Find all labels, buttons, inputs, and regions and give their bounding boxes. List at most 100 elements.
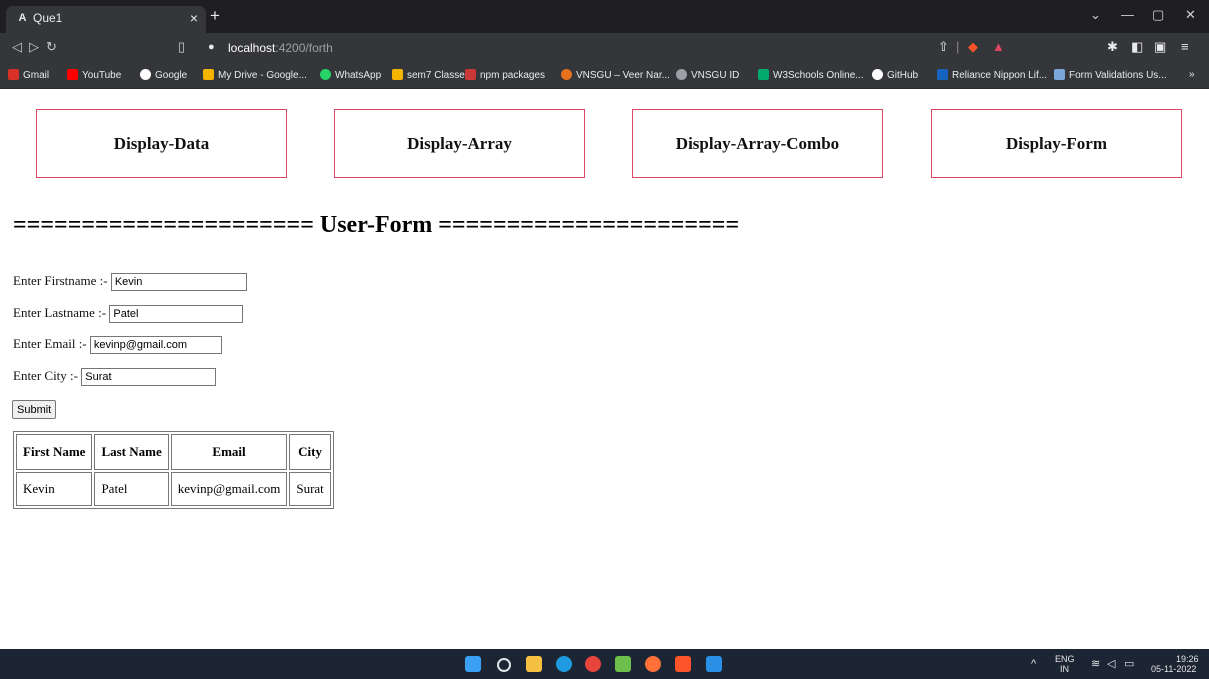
info-icon[interactable]: ● [208,41,215,53]
lastname-label: Enter Lastname :- [13,305,107,320]
column-header: Email [170,434,288,470]
google-icon [140,69,151,80]
bookmark-vnsgu[interactable]: VNSGU – Veer Nar... [561,69,670,81]
start-icon[interactable] [465,656,481,672]
email-input[interactable] [89,336,222,355]
close-window-icon[interactable]: ✕ [1185,7,1196,23]
show-hidden-icons-icon[interactable]: ^ [1031,658,1036,670]
chrome-icon[interactable] [585,656,601,672]
wifi-icon[interactable]: ≋ [1091,657,1100,670]
bookmark-vnsgu-id[interactable]: VNSGU ID [676,69,739,81]
github-icon [872,69,883,80]
forward-icon[interactable]: ▷ [29,39,39,55]
city-row: Enter City :- [13,368,217,387]
globe-icon [676,69,687,80]
bookmark-reliance[interactable]: Reliance Nippon Lif... [937,69,1047,81]
column-header: Last Name [94,434,169,470]
url-path: :4200/forth [275,41,333,55]
clock-time[interactable]: 19:26 [1176,654,1199,664]
more-bookmarks-icon[interactable]: » [1189,69,1195,80]
firstname-label: Enter Firstname :- [13,273,108,288]
youtube-icon [67,69,78,80]
url-host: localhost [228,41,276,55]
table-row: Kevin Patel kevinp@gmail.com Surat [16,472,331,506]
brave-rewards-icon[interactable]: ▲ [992,39,1005,54]
city-input[interactable] [81,368,217,387]
column-header: City [289,434,331,470]
bookmark-w3schools[interactable]: W3Schools Online... [758,69,864,81]
reload-icon[interactable]: ↻ [46,39,57,55]
page-title: ====================== User-Form =======… [13,212,740,238]
angular-icon: A [18,12,27,24]
display-form-link[interactable]: Display-Form [931,109,1182,178]
tab-close-icon[interactable]: × [190,10,198,26]
language-top[interactable]: ENG [1055,654,1075,664]
classroom-icon [392,69,403,80]
table-cell: kevinp@gmail.com [170,472,288,506]
user-table: First Name Last Name Email City Kevin Pa… [13,431,334,509]
reliance-icon [937,69,948,80]
browser-toolbar: ◁ ▷ ↻ ▯ ● localhost:4200/forth ⇧ | ◆ ▲ ✱… [0,33,1209,63]
brave-shield-icon[interactable]: ◆ [968,39,978,55]
clock-date[interactable]: 05-11-2022 [1151,664,1196,674]
address-bar[interactable]: ● localhost:4200/forth [204,37,940,59]
bookmark-whatsapp[interactable]: WhatsApp [320,69,381,81]
share-icon[interactable]: ⇧ [938,39,949,55]
bookmarks-bar: Gmail YouTube Google My Drive - Google..… [0,63,1209,89]
browser-tab-bar: A Que1 × + ⌄ — ▢ ✕ [0,0,1209,33]
lastname-input[interactable] [109,305,244,324]
bookmark-form-validations[interactable]: Form Validations Us... [1054,69,1167,81]
gmail-icon [8,69,19,80]
tab-search-icon[interactable]: ⌄ [1090,7,1101,23]
vscode-icon[interactable] [706,656,722,672]
bookmark-npm[interactable]: npm packages [465,69,545,81]
display-data-link[interactable]: Display-Data [36,109,287,178]
form-icon [1054,69,1065,80]
app-icon[interactable] [615,656,631,672]
bookmark-drive[interactable]: My Drive - Google... [203,69,307,81]
firefox-icon[interactable] [645,656,661,672]
bookmark-sem7[interactable]: sem7 Classes [392,69,470,81]
back-icon[interactable]: ◁ [12,39,22,55]
table-cell: Surat [289,472,331,506]
table-header-row: First Name Last Name Email City [16,434,331,470]
bookmark-youtube[interactable]: YouTube [67,69,121,81]
bookmark-github[interactable]: GitHub [872,69,918,81]
bookmark-page-icon[interactable]: ▯ [178,39,185,55]
windows-taskbar: ^ ENG IN ≋ ◁ ▭ 19:26 05-11-2022 [0,649,1209,679]
w3schools-icon [758,69,769,80]
tab-title: Que1 [33,11,63,25]
battery-icon[interactable]: ▭ [1124,657,1134,670]
email-row: Enter Email :- [13,336,222,355]
volume-icon[interactable]: ◁ [1107,657,1115,670]
npm-icon [465,69,476,80]
display-array-link[interactable]: Display-Array [334,109,585,178]
email-label: Enter Email :- [13,336,87,351]
brave-icon[interactable] [675,656,691,672]
restore-icon[interactable]: ▢ [1152,7,1164,23]
drive-icon [203,69,214,80]
submit-button[interactable]: Submit [12,400,57,419]
bookmark-gmail[interactable]: Gmail [8,69,49,81]
extensions-icon[interactable]: ✱ [1107,39,1118,55]
firstname-input[interactable] [110,273,247,292]
lastname-row: Enter Lastname :- [13,305,244,324]
table-cell: Patel [94,472,169,506]
display-array-combo-link[interactable]: Display-Array-Combo [632,109,883,178]
file-explorer-icon[interactable] [526,656,542,672]
language-bottom[interactable]: IN [1060,664,1069,674]
column-header: First Name [16,434,93,470]
new-tab-icon[interactable]: + [210,6,220,26]
search-icon[interactable] [497,658,511,672]
edge-icon[interactable] [556,656,572,672]
browser-tab[interactable]: A Que1 × [6,6,206,33]
menu-icon[interactable]: ≡ [1181,39,1189,54]
whatsapp-icon [320,69,331,80]
table-cell: Kevin [16,472,93,506]
city-label: Enter City :- [13,368,78,383]
wallet-icon[interactable]: ▣ [1154,39,1166,55]
sidebar-icon[interactable]: ◧ [1131,39,1143,55]
bookmark-google[interactable]: Google [140,69,187,81]
vnsgu-icon [561,69,572,80]
minimize-icon[interactable]: — [1121,7,1134,22]
